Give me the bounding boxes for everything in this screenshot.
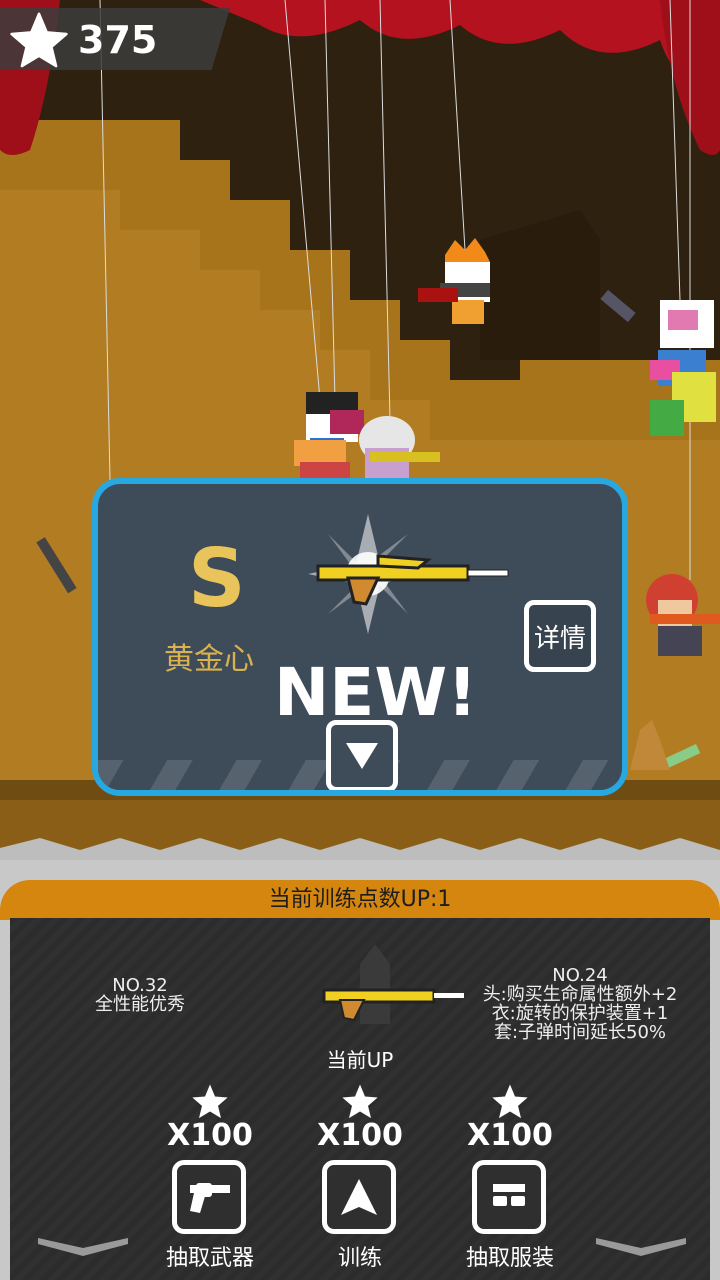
draw-weapon-button[interactable]: [172, 1160, 246, 1234]
detail-button-label: 详情: [533, 623, 586, 654]
cost-star-icon: [342, 1084, 378, 1119]
collapse-down-button[interactable]: [326, 720, 398, 790]
glasses-icon: [493, 1184, 525, 1206]
scroll-right-chevron-icon[interactable]: [596, 1236, 686, 1256]
draw-outfit-cost: X100: [467, 1118, 553, 1153]
left-info-desc: 全性能优秀: [95, 994, 185, 1015]
up-arrow-icon: [341, 1179, 377, 1215]
training-panel: 当前训练点数UP:1 NO.32 全性能优秀 当前UP NO.24 头:购买生命…: [0, 860, 720, 1280]
right-info-line-3: 套:子弹时间延长50%: [493, 1022, 667, 1043]
current-up-label: 当前UP: [326, 1048, 394, 1072]
weapon-rank: S: [188, 532, 246, 625]
training-points-header: 当前训练点数UP:1: [0, 880, 720, 920]
cost-star-icon: [492, 1084, 528, 1119]
left-info-no: NO.32: [112, 975, 168, 996]
draw-weapon-label: 抽取武器: [165, 1246, 254, 1271]
draw-weapon-cost: X100: [167, 1118, 253, 1153]
draw-outfit-button[interactable]: [472, 1160, 546, 1234]
train-label: 训练: [337, 1246, 382, 1271]
draw-outfit-label: 抽取服装: [465, 1246, 554, 1271]
new-weapon-popup: S 黄金心 NEW! 详情: [92, 478, 628, 796]
right-info-no: NO.24: [552, 965, 608, 986]
scroll-left-chevron-icon[interactable]: [38, 1236, 128, 1256]
weapon-burst-icon: [308, 514, 509, 634]
cost-star-icon: [192, 1084, 228, 1119]
right-info-line-2: 衣:旋转的保护装置+1: [491, 1003, 669, 1024]
weapon-name: 黄金心: [164, 642, 254, 677]
current-up-weapon-icon: [322, 944, 464, 1024]
star-icon: [10, 12, 68, 68]
puppet-orange-cap: [294, 440, 350, 482]
train-button[interactable]: [322, 1160, 396, 1234]
revolver-icon: [190, 1183, 230, 1213]
left-info: NO.32 全性能优秀: [70, 976, 210, 1014]
detail-button[interactable]: 详情: [524, 600, 596, 672]
down-arrow-icon: [346, 743, 378, 769]
star-currency-counter: 375: [0, 8, 230, 70]
right-info-line-1: 头:购买生命属性额外+2: [482, 984, 678, 1005]
star-count: 375: [78, 18, 158, 62]
right-info: NO.24 头:购买生命属性额外+2 衣:旋转的保护装置+1 套:子弹时间延长5…: [460, 966, 700, 1042]
train-cost: X100: [317, 1118, 403, 1153]
